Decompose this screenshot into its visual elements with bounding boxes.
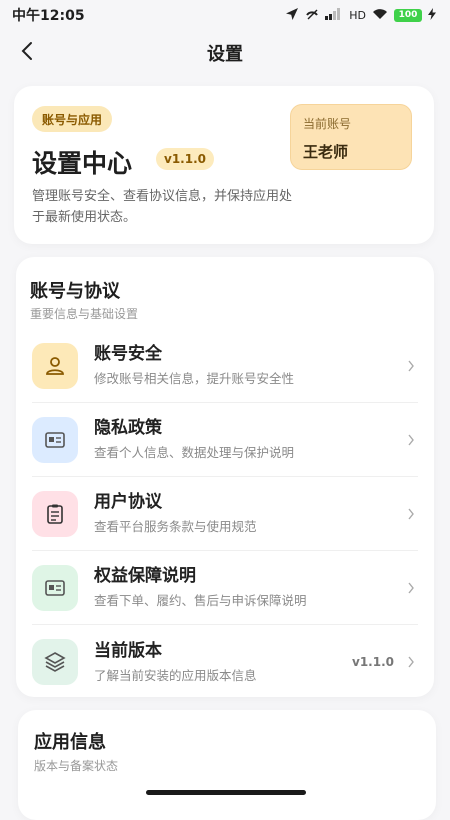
status-time: 中午12:05 <box>12 8 85 24</box>
row-description: 查看平台服务条款与使用规范 <box>94 519 257 534</box>
account-agreement-section: 账号与协议 重要信息与基础设置 账号安全 修改账号相关信息，提升账号安全性 隐私… <box>16 257 434 697</box>
signal-type-label: HD <box>349 8 366 22</box>
settings-row-rights-protection[interactable]: 权益保障说明 查看下单、履约、售后与申诉保障说明 <box>32 551 418 625</box>
layers-icon <box>32 639 78 685</box>
battery-level: 100 <box>398 10 418 20</box>
chevron-right-icon <box>404 433 418 447</box>
row-text: 隐私政策 查看个人信息、数据处理与保护说明 <box>94 417 394 462</box>
signal-icon <box>325 7 343 23</box>
current-account-card: 当前账号 王老师 <box>290 104 412 170</box>
id-card-icon <box>32 564 78 611</box>
row-title: 账号安全 <box>94 344 162 364</box>
row-title: 用户协议 <box>94 492 162 512</box>
chevron-right-icon <box>404 581 418 595</box>
wifi-icon <box>372 8 388 23</box>
row-text: 权益保障说明 查看下单、履约、售后与申诉保障说明 <box>94 565 394 610</box>
charging-icon <box>428 7 436 23</box>
settings-row-privacy-policy[interactable]: 隐私政策 查看个人信息、数据处理与保护说明 <box>32 403 418 477</box>
app-info-subtitle: 版本与备案状态 <box>34 759 119 773</box>
app-info-section: 应用信息 版本与备案状态 <box>18 710 436 820</box>
row-description: 修改账号相关信息，提升账号安全性 <box>94 371 295 386</box>
home-indicator[interactable] <box>146 790 306 795</box>
app-info-title: 应用信息 <box>34 732 106 753</box>
row-description: 了解当前安装的应用版本信息 <box>94 667 257 683</box>
version-badge: v1.1.0 <box>156 148 214 170</box>
row-title: 当前版本 <box>94 640 162 661</box>
battery-icon: 100 <box>394 8 422 22</box>
settings-hero-card: 账号与应用 设置中心 v1.1.0 管理账号安全、查看协议信息，并保持应用处于最… <box>14 86 434 244</box>
row-description: 查看下单、履约、售后与申诉保障说明 <box>94 593 307 608</box>
hero-description: 管理账号安全、查看协议信息，并保持应用处于最新使用状态。 <box>32 189 293 225</box>
status-bar: 中午12:05 HD 100 <box>0 0 450 30</box>
row-title: 权益保障说明 <box>94 566 196 586</box>
chevron-right-icon <box>404 359 418 373</box>
section-title: 账号与协议 <box>30 281 120 302</box>
nav-bar: 设置 <box>0 30 450 76</box>
row-text: 账号安全 修改账号相关信息，提升账号安全性 <box>94 343 394 388</box>
settings-row-user-agreement[interactable]: 用户协议 查看平台服务条款与使用规范 <box>32 477 418 551</box>
hero-title: 设置中心 <box>32 149 133 178</box>
current-account-label: 当前账号 <box>303 117 352 131</box>
chevron-right-icon <box>404 507 418 521</box>
id-card-icon <box>32 416 78 463</box>
user-icon <box>32 342 78 389</box>
back-arrow-icon <box>20 41 34 65</box>
clipboard-icon <box>32 490 78 537</box>
row-description: 查看个人信息、数据处理与保护说明 <box>94 445 295 460</box>
version-value: v1.1.0 <box>352 655 394 669</box>
call-icon <box>305 7 319 24</box>
page-title: 设置 <box>207 44 243 65</box>
hero-tag: 账号与应用 <box>32 106 113 132</box>
current-account-name: 王老师 <box>303 143 349 161</box>
settings-row-current-version[interactable]: 当前版本 了解当前安装的应用版本信息 v1.1.0 <box>32 625 418 699</box>
location-icon <box>285 7 299 24</box>
row-title: 隐私政策 <box>94 418 162 438</box>
status-icons: HD 100 <box>285 7 436 24</box>
chevron-right-icon <box>404 655 418 669</box>
section-subtitle: 重要信息与基础设置 <box>30 307 139 321</box>
settings-row-account-security[interactable]: 账号安全 修改账号相关信息，提升账号安全性 <box>32 329 418 403</box>
row-text: 当前版本 了解当前安装的应用版本信息 <box>94 640 352 685</box>
back-button[interactable] <box>12 38 42 68</box>
row-text: 用户协议 查看平台服务条款与使用规范 <box>94 491 394 536</box>
